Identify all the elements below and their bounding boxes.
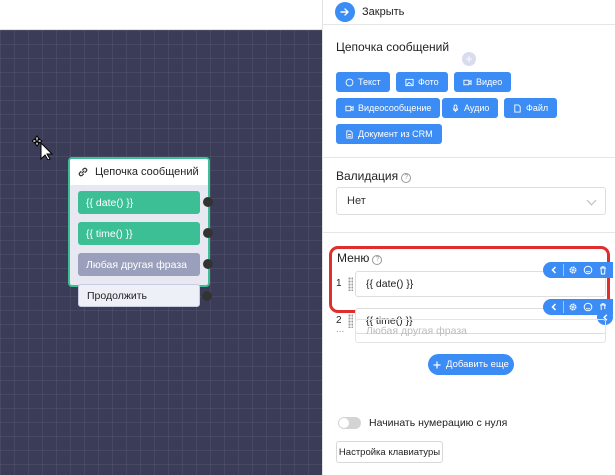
- chip-audio[interactable]: Аудио: [442, 98, 499, 118]
- chevron-left-icon[interactable]: [548, 301, 560, 313]
- output-port[interactable]: [203, 259, 213, 269]
- output-port[interactable]: [202, 291, 212, 301]
- validation-title: Валидация?: [336, 169, 412, 183]
- file-icon: [514, 103, 521, 113]
- node-title: Цепочка сообщений: [95, 166, 199, 178]
- document-icon: [346, 129, 353, 139]
- keyboard-settings-button[interactable]: Настройка клавиатуры: [336, 441, 443, 463]
- microphone-icon: [452, 103, 459, 112]
- canvas-topbar: [0, 0, 322, 30]
- node-item[interactable]: Продолжить: [78, 284, 212, 307]
- smile-icon[interactable]: [582, 264, 594, 276]
- close-button[interactable]: Закрыть: [335, 1, 404, 23]
- smile-icon[interactable]: [582, 301, 594, 313]
- node-item-label: Любая другая фраза: [86, 258, 187, 271]
- chevron-down-icon: [586, 195, 597, 206]
- image-icon: [405, 78, 414, 86]
- chip-photo[interactable]: Фото: [396, 72, 448, 92]
- numbering-toggle-label: Начинать нумерацию с нуля: [369, 417, 508, 429]
- plus-icon[interactable]: +: [462, 52, 476, 66]
- divider: [323, 232, 615, 233]
- node-item-label: {{ time() }}: [86, 227, 133, 240]
- trash-icon[interactable]: [597, 264, 609, 276]
- any-phrase-marker: ...: [336, 324, 345, 335]
- node-item[interactable]: {{ time() }}: [78, 222, 213, 245]
- plus-icon: [433, 361, 441, 368]
- chat-icon: [345, 78, 354, 86]
- help-icon[interactable]: ?: [372, 255, 383, 265]
- drag-handle-icon[interactable]: [348, 314, 353, 328]
- chip-video-message[interactable]: Видеосообщение: [336, 98, 441, 118]
- node-item-label: {{ date() }}: [86, 196, 134, 209]
- chevron-left-icon[interactable]: [548, 264, 560, 276]
- menu-title: Меню?: [337, 251, 383, 265]
- node-header: Цепочка сообщений: [70, 159, 208, 185]
- video-icon: [463, 79, 472, 85]
- node-item[interactable]: Любая другая фраза: [78, 253, 213, 276]
- toolbar-divider: [562, 301, 564, 313]
- settings-panel: Закрыть Цепочка сообщений + Текст Фото В…: [322, 0, 615, 475]
- chip-text[interactable]: Текст: [336, 72, 390, 92]
- move-cursor-icon: [32, 135, 54, 160]
- message-chain-node[interactable]: Цепочка сообщений {{ date() }} {{ time()…: [68, 157, 213, 307]
- validation-value: Нет: [347, 195, 366, 207]
- link-icon: [78, 167, 88, 177]
- divider: [323, 157, 615, 158]
- chip-crm-document[interactable]: Документ из CRM: [336, 124, 442, 144]
- video-icon: [345, 105, 354, 111]
- node-item-label: Продолжить: [87, 289, 148, 302]
- menu-row-toolbar: [543, 262, 613, 278]
- chain-title: Цепочка сообщений: [336, 40, 450, 54]
- toolbar-divider: [562, 264, 564, 276]
- help-icon[interactable]: ?: [401, 173, 412, 183]
- chip-video[interactable]: Видео: [454, 72, 512, 92]
- any-phrase-input[interactable]: Любая другая фраза: [355, 319, 606, 343]
- gear-icon[interactable]: [567, 264, 579, 276]
- numbering-toggle[interactable]: [338, 417, 361, 429]
- output-port[interactable]: [203, 197, 213, 207]
- drag-handle-icon[interactable]: [348, 277, 353, 291]
- divider: [323, 24, 615, 25]
- add-more-button[interactable]: Добавить еще: [428, 354, 514, 375]
- gear-icon[interactable]: [567, 301, 579, 313]
- close-label: Закрыть: [362, 6, 405, 18]
- node-item[interactable]: {{ date() }}: [78, 191, 213, 214]
- output-port[interactable]: [203, 228, 213, 238]
- validation-select[interactable]: Нет: [336, 187, 606, 215]
- chip-file[interactable]: Файл: [504, 98, 558, 118]
- menu-row-number: 1: [336, 278, 342, 289]
- arrow-right-icon: [335, 2, 355, 22]
